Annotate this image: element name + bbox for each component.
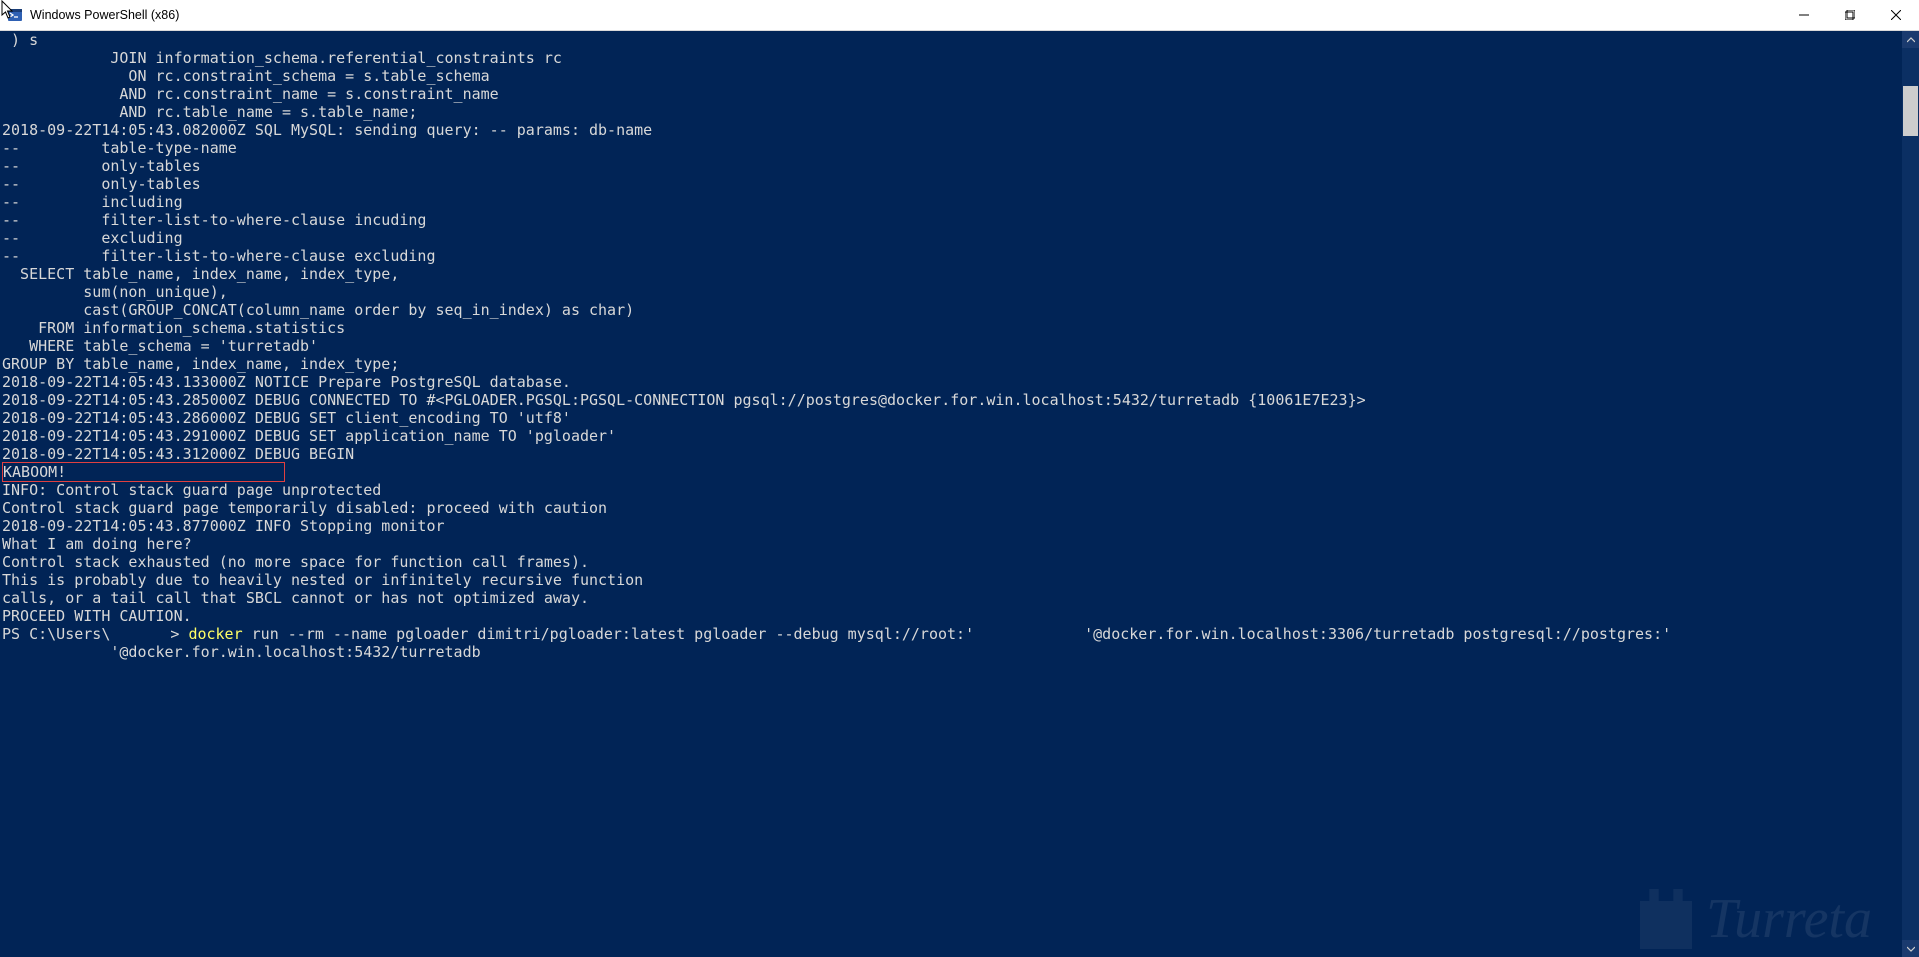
error-highlight-box: KABOOM! [2,462,285,482]
terminal-line: 2018-09-22T14:05:43.286000Z DEBUG SET cl… [2,409,1902,427]
terminal-line: 2018-09-22T14:05:43.285000Z DEBUG CONNEC… [2,391,1902,409]
terminal-line: -- filter-list-to-where-clause incuding [2,211,1902,229]
terminal-line: FROM information_schema.statistics [2,319,1902,337]
close-button[interactable] [1873,0,1919,30]
terminal-line: This is probably due to heavily nested o… [2,571,1902,589]
terminal-line: -- only-tables [2,157,1902,175]
prompt-line: '@docker.for.win.localhost:5432/turretad… [2,643,1902,661]
castle-icon [1640,889,1692,949]
vertical-scrollbar[interactable] [1902,31,1919,957]
terminal-line: WHERE table_schema = 'turretadb' [2,337,1902,355]
terminal-line: ) s [2,31,1902,49]
terminal-line: -- only-tables [2,175,1902,193]
window-title: Windows PowerShell (x86) [30,8,179,22]
terminal-line: -- table-type-name [2,139,1902,157]
terminal-line: SELECT table_name, index_name, index_typ… [2,265,1902,283]
redacted-text [974,628,1084,642]
maximize-icon [1845,10,1855,20]
terminal-line: 2018-09-22T14:05:43.877000Z INFO Stoppin… [2,517,1902,535]
scroll-track[interactable] [1902,48,1919,940]
terminal-line: INFO: Control stack guard page unprotect… [2,481,1902,499]
scroll-thumb[interactable] [1903,86,1918,136]
scroll-down-button[interactable] [1902,940,1919,957]
terminal-line: -- excluding [2,229,1902,247]
client-area: ) s JOIN information_schema.referential_… [0,31,1919,957]
maximize-button[interactable] [1827,0,1873,30]
terminal-line: cast(GROUP_CONCAT(column_name order by s… [2,301,1902,319]
watermark: Turreta [1640,889,1872,949]
prompt-line: PS C:\Users\> docker run --rm --name pgl… [2,625,1902,643]
chevron-up-icon [1907,36,1915,44]
terminal-line: AND rc.table_name = s.table_name; [2,103,1902,121]
watermark-text: Turreta [1706,910,1872,928]
terminal-line: 2018-09-22T14:05:43.312000Z DEBUG BEGIN [2,445,1902,463]
command-keyword: docker [188,625,242,643]
terminal-line: 2018-09-22T14:05:43.082000Z SQL MySQL: s… [2,121,1902,139]
scroll-up-button[interactable] [1902,31,1919,48]
terminal-line: What I am doing here? [2,535,1902,553]
redacted-text [110,628,170,642]
chevron-down-icon [1907,945,1915,953]
terminal-line: KABOOM! [2,463,1902,481]
terminal-line: JOIN information_schema.referential_cons… [2,49,1902,67]
terminal-line: calls, or a tail call that SBCL cannot o… [2,589,1902,607]
minimize-button[interactable] [1781,0,1827,30]
app-icon [0,7,30,23]
titlebar[interactable]: Windows PowerShell (x86) [0,0,1919,31]
terminal-line: Control stack exhausted (no more space f… [2,553,1902,571]
terminal-line: PROCEED WITH CAUTION. [2,607,1902,625]
terminal-line: 2018-09-22T14:05:43.291000Z DEBUG SET ap… [2,427,1902,445]
terminal-line: -- filter-list-to-where-clause excluding [2,247,1902,265]
terminal-line: AND rc.constraint_name = s.constraint_na… [2,85,1902,103]
terminal-line: GROUP BY table_name, index_name, index_t… [2,355,1902,373]
terminal-output[interactable]: ) s JOIN information_schema.referential_… [0,31,1902,957]
terminal-line: ON rc.constraint_schema = s.table_schema [2,67,1902,85]
terminal-line: Control stack guard page temporarily dis… [2,499,1902,517]
minimize-icon [1799,10,1809,20]
terminal-line: sum(non_unique), [2,283,1902,301]
terminal-line: -- including [2,193,1902,211]
close-icon [1891,10,1901,20]
terminal-line: 2018-09-22T14:05:43.133000Z NOTICE Prepa… [2,373,1902,391]
powershell-window: Windows PowerShell (x86) ) s JOIN inform… [0,0,1919,957]
